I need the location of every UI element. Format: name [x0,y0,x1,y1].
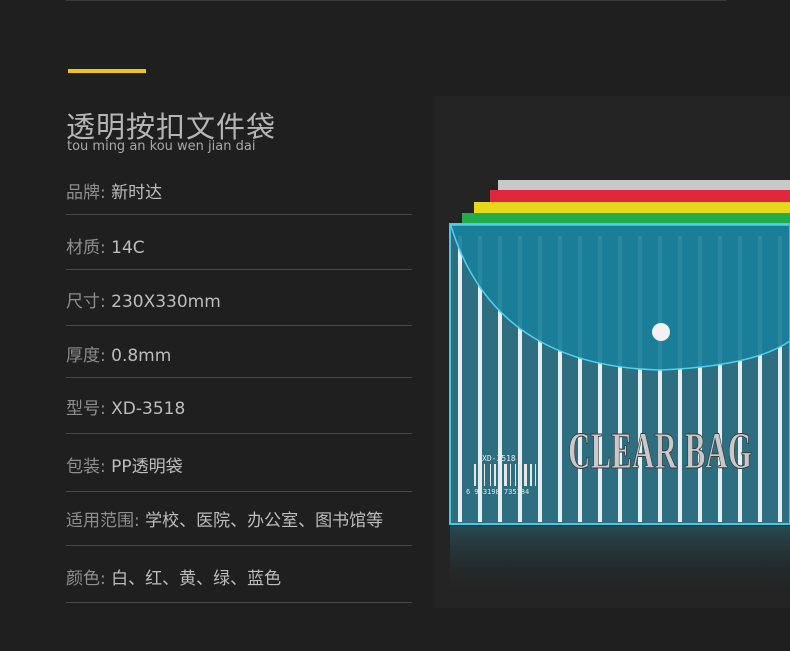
accent-bar [68,69,146,73]
spec-separator: : [100,292,106,312]
spec-value: 0.8mm [111,346,172,366]
spec-separator: : [100,569,106,589]
spec-value: 学校、医院、办公室、图书馆等 [145,511,384,531]
spec-value: 14C [111,238,145,258]
barcode-bar [519,464,521,486]
spec-separator: : [100,457,106,477]
bag-reflection [450,526,790,596]
spec-label: 材质 [66,238,100,258]
spec-separator: : [100,346,106,366]
spec-row-size: 尺寸: 230X330mm [66,278,412,326]
barcode-bar [515,464,516,486]
spec-row-material: 材质: 14C [66,224,412,270]
barcode-bar [504,464,507,486]
barcode-bar [479,464,480,486]
spec-label: 品牌 [66,183,100,203]
spec-row-usage: 适用范围: 学校、医院、办公室、图书馆等 [66,497,412,546]
spec-label: 颜色 [66,569,100,589]
spec-label: 包装 [66,457,100,477]
spec-row-brand: 品牌: 新时达 [66,170,412,215]
barcode-bar [510,464,511,486]
barcode-bar [499,464,500,486]
clear-bag-illustration: CLEAR BAG XD-3518 6 943198 735184 [449,180,790,596]
barcode-bar [474,464,476,486]
spec-value: 230X330mm [111,292,221,312]
bag-brand-text: CLEAR BAG [568,423,752,480]
product-title-pinyin: tou ming an kou wen jian dai [67,139,256,154]
product-image: CLEAR BAG XD-3518 6 943198 735184 [434,96,790,608]
barcode-model-label: XD-3518 [482,454,516,463]
spec-row-thickness: 厚度: 0.8mm [66,333,412,378]
barcode-bar [484,464,485,486]
spec-label: 厚度 [66,346,100,366]
snap-button-icon [652,323,670,341]
spec-row-colors: 颜色: 白、红、黄、绿、蓝色 [66,555,412,603]
spec-row-packaging: 包装: PP透明袋 [66,444,412,492]
spec-row-model: 型号: XD-3518 [66,386,412,434]
spec-label: 尺寸 [66,292,100,312]
top-divider [66,0,726,1]
spec-separator: : [100,399,106,419]
barcode-bar [530,464,532,486]
bag-stripe [458,236,462,522]
spec-separator: : [134,511,140,531]
spec-value: 白、红、黄、绿、蓝色 [111,569,282,589]
spec-separator: : [100,238,106,258]
barcode-number: 6 943198 735184 [466,488,529,496]
spec-value: XD-3518 [111,399,186,419]
spec-label: 适用范围 [66,511,134,531]
spec-value: PP透明袋 [111,457,183,477]
barcode-bar [490,464,491,486]
barcode-bar [524,464,527,486]
spec-separator: : [100,183,106,203]
barcode-bar [535,464,536,486]
barcode-bar [494,464,496,486]
spec-label: 型号 [66,399,100,419]
spec-value: 新时达 [111,183,163,203]
